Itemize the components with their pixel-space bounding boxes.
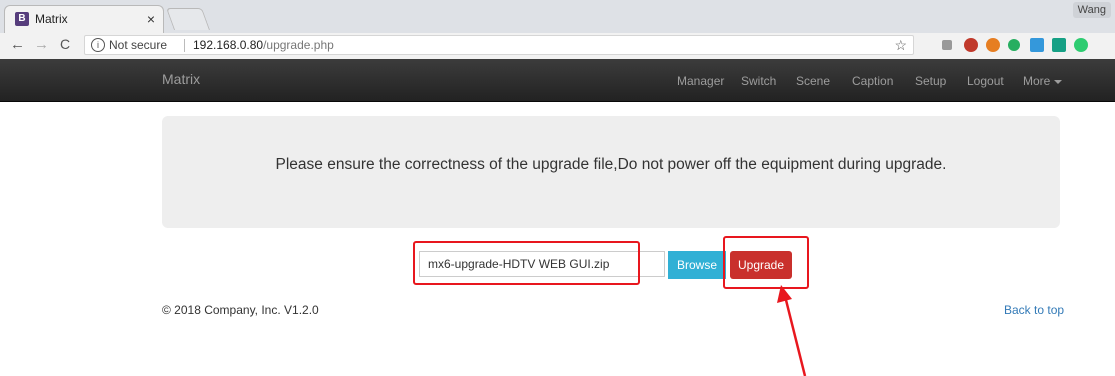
browse-button[interactable]: Browse <box>668 251 726 279</box>
profile-name[interactable]: Wang <box>1072 2 1111 18</box>
omnibox-divider <box>184 39 185 52</box>
extension-puzzle-icon[interactable] <box>942 40 952 50</box>
extension-blue-icon[interactable] <box>1030 38 1044 52</box>
url-text: 192.168.0.80/upgrade.php <box>193 38 334 52</box>
footer-copyright: © 2018 Company, Inc. V1.2.0 <box>162 303 319 317</box>
notice-panel: Please ensure the correctness of the upg… <box>162 116 1060 228</box>
security-label: Not secure <box>109 38 168 52</box>
close-tab-icon[interactable]: × <box>147 11 155 27</box>
browser-toolbar: ← → C i Not secure 192.168.0.80/upgrade.… <box>0 33 1115 60</box>
browser-tab[interactable]: B Matrix × <box>4 5 164 33</box>
bookmark-star-icon[interactable]: ☆ <box>894 37 907 54</box>
annotation-arrow-shaft <box>783 295 807 376</box>
back-arrow-icon[interactable]: ← <box>10 36 25 53</box>
top-navbar: Matrix Manager Switch Scene Caption Setu… <box>0 59 1115 102</box>
tab-title: Matrix <box>35 12 68 26</box>
extension-ftl-icon[interactable] <box>1052 38 1066 52</box>
nav-item-more[interactable]: More <box>1023 74 1063 88</box>
reload-icon[interactable]: C <box>60 36 70 52</box>
nav-item-setup[interactable]: Setup <box>915 74 946 88</box>
nav-item-manager[interactable]: Manager <box>677 74 724 88</box>
browser-tabstrip: B Matrix × Wang <box>0 0 1115 33</box>
annotation-box-upgrade <box>723 236 809 289</box>
extension-green-icon[interactable] <box>1008 39 1020 51</box>
extension-red-icon[interactable] <box>964 38 978 52</box>
address-bar[interactable]: i Not secure 192.168.0.80/upgrade.php ☆ <box>84 35 914 55</box>
info-icon[interactable]: i <box>91 38 105 52</box>
forward-arrow-icon[interactable]: → <box>34 36 49 53</box>
nav-item-scene[interactable]: Scene <box>796 74 830 88</box>
new-tab-button[interactable] <box>165 8 211 30</box>
bootstrap-favicon-icon: B <box>15 12 29 26</box>
nav-item-logout[interactable]: Logout <box>967 74 1004 88</box>
url-host: 192.168.0.80 <box>193 38 264 52</box>
nav-more-label: More <box>1023 74 1051 88</box>
extension-orange-icon[interactable] <box>986 38 1000 52</box>
caret-down-icon <box>1054 79 1063 84</box>
extension-grammarly-icon[interactable] <box>1074 38 1088 52</box>
nav-item-switch[interactable]: Switch <box>741 74 776 88</box>
upgrade-notice: Please ensure the correctness of the upg… <box>275 156 947 173</box>
navbar-brand[interactable]: Matrix <box>162 71 200 87</box>
nav-item-caption[interactable]: Caption <box>852 74 893 88</box>
back-to-top-link[interactable]: Back to top <box>1004 303 1064 317</box>
annotation-box-file <box>413 241 640 285</box>
url-path: /upgrade.php <box>263 38 334 52</box>
